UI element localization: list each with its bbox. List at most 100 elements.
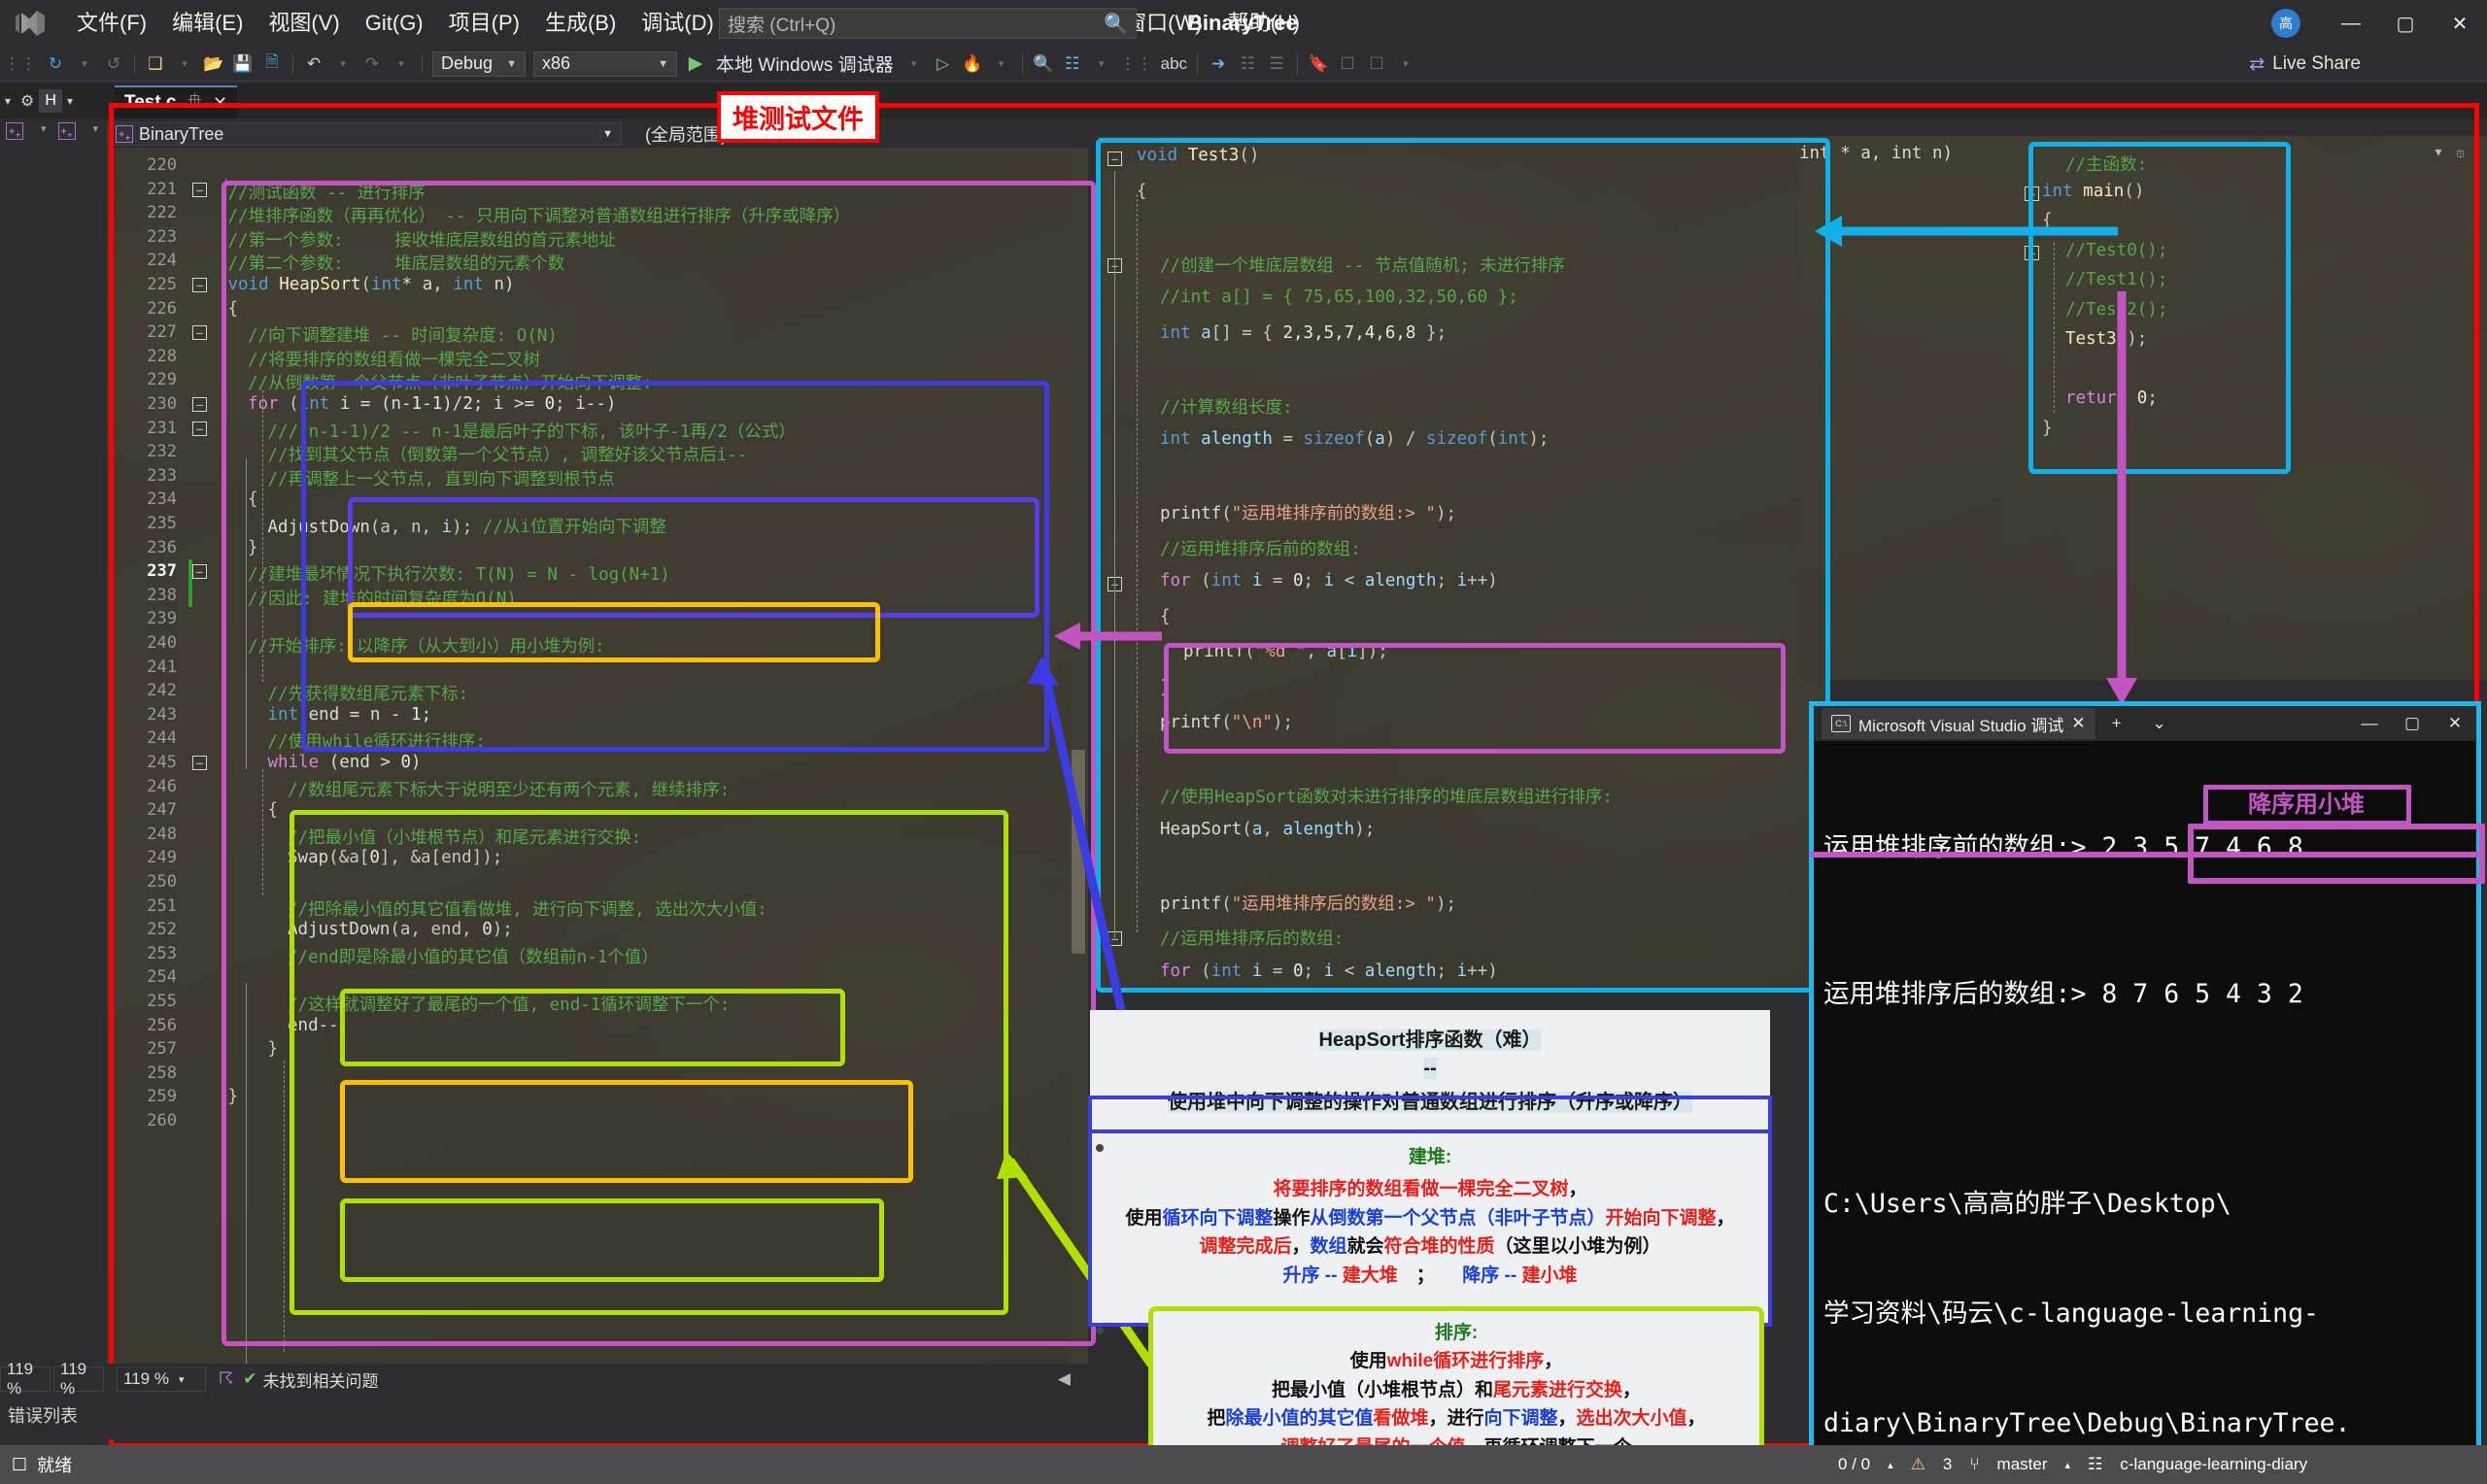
- header-file-icon[interactable]: H: [39, 89, 62, 113]
- code-editor-test3[interactable]: –void Test3(){–//创建一个堆底层数组 -- 节点值随机; 未进行…: [1098, 136, 1826, 991]
- console-close-button[interactable]: ✕: [2434, 706, 2476, 741]
- console-tab-dropdown-icon[interactable]: ⌄: [2138, 706, 2181, 741]
- search-input[interactable]: 搜索 (Ctrl+Q) 🔍: [719, 8, 1137, 39]
- branch-name[interactable]: master: [1997, 1455, 2048, 1474]
- repo-name[interactable]: c-language-learning-diary: [2120, 1455, 2307, 1474]
- redo-dropdown-icon[interactable]: ▾: [387, 50, 416, 79]
- debug-target-label[interactable]: 本地 Windows 调试器: [710, 51, 900, 77]
- code-editor-mainfn[interactable]: //主函数:–int main(){–//Test0();//Test1();/…: [1797, 136, 2487, 680]
- project-scope-combo[interactable]: ++ BinaryTree ▼: [107, 122, 622, 146]
- collapse-toggle[interactable]: –: [192, 756, 207, 770]
- start-debug-icon[interactable]: ▶: [681, 50, 710, 79]
- chevron-down-icon-gutter2[interactable]: ▾: [62, 94, 78, 108]
- redo-icon[interactable]: ↷: [358, 50, 387, 79]
- editor-navigation-bar: ++ BinaryTree ▼ (全局范围): [107, 120, 1088, 148]
- undo-dropdown-icon[interactable]: ▾: [328, 50, 358, 79]
- uncomment-icon[interactable]: ☐: [1362, 50, 1391, 79]
- code-line: //使用while循环进行排序:: [268, 728, 486, 753]
- menu-file[interactable]: 文件(F): [64, 0, 159, 47]
- collapse-toggle[interactable]: –: [192, 397, 207, 412]
- find-in-files-icon[interactable]: 🔍: [1029, 50, 1058, 79]
- chevron-down-icon-2[interactable]: ▾: [170, 50, 199, 79]
- menu-debug[interactable]: 调试(D): [629, 0, 727, 47]
- line-number: 237: [147, 561, 177, 582]
- indent-guide: [2054, 243, 2055, 413]
- minimize-button[interactable]: —: [2324, 0, 2378, 47]
- console-maximize-button[interactable]: ▢: [2391, 706, 2434, 741]
- collapse-toggle[interactable]: –: [192, 564, 207, 580]
- chevron-up-icon-branch[interactable]: ▴: [2065, 1459, 2071, 1471]
- comment-icon[interactable]: ☐: [1333, 50, 1362, 79]
- code-line: int main(): [2042, 182, 2144, 201]
- panel-dropdown-icon[interactable]: ▾: [1087, 50, 1116, 79]
- chevron-down-icon-s2[interactable]: ▾: [93, 122, 99, 140]
- annotation-magenta-console-divider: [1811, 852, 2481, 858]
- chevron-down-icon-s1[interactable]: ▾: [41, 122, 47, 140]
- menu-edit[interactable]: 编辑(E): [159, 0, 256, 47]
- zoom-level-combo[interactable]: 119 % ▾: [117, 1366, 206, 1392]
- code-editor-main[interactable]: 220 221–//测试函数 -- 进行排序 222//堆排序函数（再再优化） --…: [107, 148, 1088, 1364]
- collapse-toggle[interactable]: –: [1107, 152, 1122, 166]
- line-number: 230: [147, 394, 177, 414]
- pin-icon-e3[interactable]: ⯐: [2456, 144, 2467, 167]
- pin-icon[interactable]: ⯐: [188, 88, 202, 118]
- editor-scrollbar-thumb[interactable]: [1072, 750, 1085, 954]
- chevron-down-icon[interactable]: ▾: [70, 50, 99, 79]
- collapse-toggle[interactable]: –: [192, 182, 207, 197]
- editor-scrollbar[interactable]: [1069, 148, 1088, 1364]
- save-icon[interactable]: 💾: [228, 50, 257, 79]
- menu-view[interactable]: 视图(V): [256, 0, 352, 47]
- menu-git[interactable]: Git(G): [353, 0, 436, 47]
- cpp-file-icon-2[interactable]: ++: [57, 122, 76, 141]
- code-line: }: [2042, 419, 2053, 438]
- menu-build[interactable]: 生成(B): [532, 0, 629, 47]
- console-minimize-button[interactable]: —: [2348, 706, 2391, 741]
- start-without-debug-icon[interactable]: ▷: [929, 50, 958, 79]
- code-token: ; i >=: [472, 394, 545, 414]
- toolbox-icon[interactable]: ☰: [1262, 50, 1291, 79]
- forward-navigate-icon[interactable]: ↺: [99, 50, 128, 79]
- close-button[interactable]: ✕: [2433, 0, 2487, 47]
- chevron-down-icon-gutter[interactable]: ▾: [0, 94, 16, 108]
- undo-icon[interactable]: ↶: [299, 50, 328, 79]
- open-file-icon[interactable]: 📂: [199, 50, 228, 79]
- pointer-select-icon[interactable]: ➔: [1204, 50, 1233, 79]
- solution-explorer-icon[interactable]: ☷: [1058, 50, 1087, 79]
- back-navigate-icon[interactable]: ↻: [41, 50, 70, 79]
- collapse-left-icon[interactable]: ◀: [1058, 1369, 1071, 1389]
- collapse-toggle[interactable]: –: [192, 421, 207, 436]
- console-tab-close-icon[interactable]: ✕: [2071, 714, 2085, 733]
- avatar[interactable]: 高: [2271, 9, 2300, 38]
- menu-project[interactable]: 项目(P): [436, 0, 532, 47]
- grid-dots-icon[interactable]: ⋮⋮: [1116, 50, 1157, 79]
- tab-test-c[interactable]: Test.c ⯐ ✕: [115, 85, 238, 118]
- zoom-cell-2[interactable]: 119 %: [53, 1360, 104, 1398]
- chevron-up-icon-status[interactable]: ▴: [1888, 1459, 1893, 1471]
- hot-reload-icon[interactable]: 🔥: [958, 50, 987, 79]
- chevron-down-icon-e3[interactable]: ▾: [2435, 144, 2441, 167]
- hot-reload-dropdown-icon[interactable]: ▾: [987, 50, 1016, 79]
- code-token: 1: [411, 394, 423, 414]
- cpp-file-icon-1[interactable]: ++: [6, 122, 23, 141]
- bookmark-icon[interactable]: 🔖: [1304, 50, 1333, 79]
- toolbar-overflow-icon[interactable]: ⋮⋮: [0, 50, 41, 79]
- code-token: (: [1221, 504, 1232, 523]
- properties-icon[interactable]: ☷: [1233, 50, 1262, 79]
- debug-target-dropdown-icon[interactable]: ▾: [900, 50, 929, 79]
- console-tab[interactable]: C:\ Microsoft Visual Studio 调试 ✕: [1822, 708, 2095, 739]
- error-list-tab[interactable]: 错误列表: [0, 1395, 1088, 1439]
- new-project-icon[interactable]: ❑: [141, 50, 170, 79]
- live-share-button[interactable]: ⇄ Live Share: [2249, 47, 2361, 82]
- maximize-button[interactable]: ▢: [2378, 0, 2433, 47]
- console-new-tab-button[interactable]: +: [2095, 706, 2138, 741]
- close-icon[interactable]: ✕: [213, 93, 227, 114]
- gear-icon[interactable]: ⚙: [16, 91, 39, 111]
- solution-config-combo[interactable]: Debug ▼: [432, 51, 526, 77]
- save-all-icon[interactable]: 🗎: [257, 50, 287, 79]
- spell-check-icon[interactable]: abc: [1157, 50, 1191, 79]
- collapse-toggle[interactable]: –: [192, 325, 207, 341]
- solution-platform-combo[interactable]: x86 ▼: [533, 51, 677, 77]
- more-toolbar-icon[interactable]: ▾: [1391, 50, 1420, 79]
- collapse-toggle[interactable]: –: [192, 278, 207, 292]
- zoom-cell-1[interactable]: 119 %: [0, 1360, 51, 1398]
